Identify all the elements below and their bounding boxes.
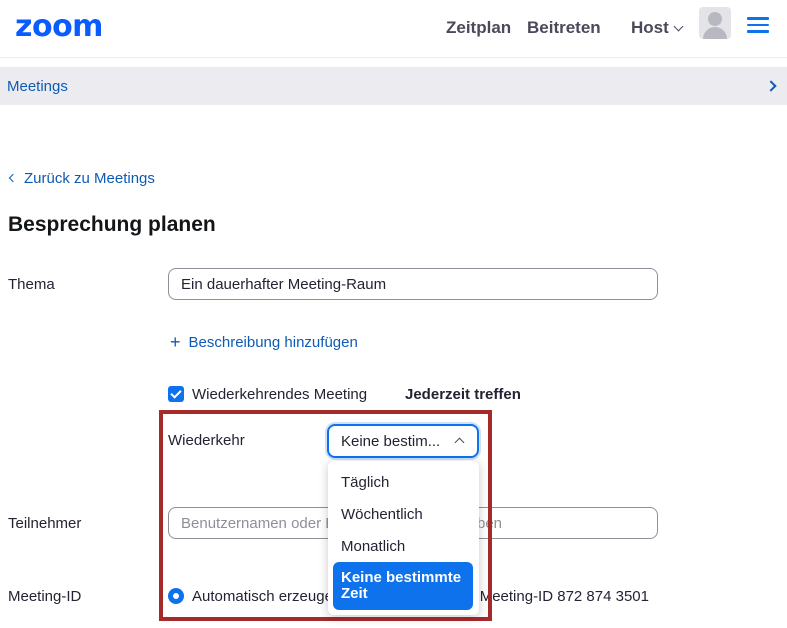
nav-join[interactable]: Beitreten bbox=[527, 18, 601, 38]
recurrence-label: Wiederkehr bbox=[168, 432, 245, 449]
topic-input[interactable] bbox=[168, 268, 658, 300]
add-description-label: Beschreibung hinzufügen bbox=[188, 334, 358, 351]
avatar-head-icon bbox=[708, 12, 722, 26]
top-header: zoom Zeitplan Beitreten Host bbox=[0, 0, 787, 58]
chevron-up-icon bbox=[454, 437, 465, 448]
recurrence-dropdown: Täglich Wöchentlich Monatlich Keine best… bbox=[328, 461, 479, 615]
anytime-label: Jederzeit treffen bbox=[405, 386, 521, 403]
nav-schedule[interactable]: Zeitplan bbox=[446, 18, 511, 38]
option-monthly[interactable]: Monatlich bbox=[333, 538, 473, 555]
nav-host-label: Host bbox=[631, 18, 669, 37]
avatar-body-icon bbox=[703, 27, 727, 39]
meeting-id-label: Meeting-ID bbox=[8, 588, 82, 605]
add-description-link[interactable]: + Beschreibung hinzufügen bbox=[170, 331, 358, 352]
subbar-label: Meetings bbox=[7, 78, 68, 95]
page-title: Besprechung planen bbox=[8, 213, 216, 236]
chevron-left-icon bbox=[8, 173, 18, 183]
personal-meeting-id-label: Persönliche Meeting-ID 872 874 3501 bbox=[479, 588, 649, 605]
option-daily[interactable]: Täglich bbox=[333, 474, 473, 491]
topic-label: Thema bbox=[8, 276, 55, 293]
option-weekly[interactable]: Wöchentlich bbox=[333, 506, 473, 523]
chevron-right-icon[interactable] bbox=[765, 80, 777, 92]
personal-meeting-id-text: Persönliche Meeting-ID 872 874 3501 bbox=[479, 588, 649, 605]
back-link-label: Zurück zu Meetings bbox=[24, 170, 155, 187]
plus-icon: + bbox=[170, 332, 181, 352]
hamburger-menu-icon[interactable] bbox=[747, 17, 769, 33]
meetings-subbar[interactable]: Meetings bbox=[0, 67, 787, 105]
back-to-meetings-link[interactable]: Zurück zu Meetings bbox=[8, 170, 155, 187]
avatar[interactable] bbox=[699, 7, 731, 39]
chevron-down-icon bbox=[673, 21, 684, 32]
zoom-logo[interactable]: zoom bbox=[15, 9, 103, 44]
option-no-fixed-time[interactable]: Keine bestimmte Zeit bbox=[333, 562, 473, 610]
attendees-label: Teilnehmer bbox=[8, 515, 82, 532]
recurrence-select-value: Keine bestim... bbox=[341, 433, 441, 450]
nav-host[interactable]: Host bbox=[631, 18, 684, 38]
recurrence-select[interactable]: Keine bestim... bbox=[327, 424, 479, 458]
recurring-label: Wiederkehrendes Meeting bbox=[192, 386, 368, 403]
recurring-checkbox[interactable] bbox=[168, 386, 184, 402]
